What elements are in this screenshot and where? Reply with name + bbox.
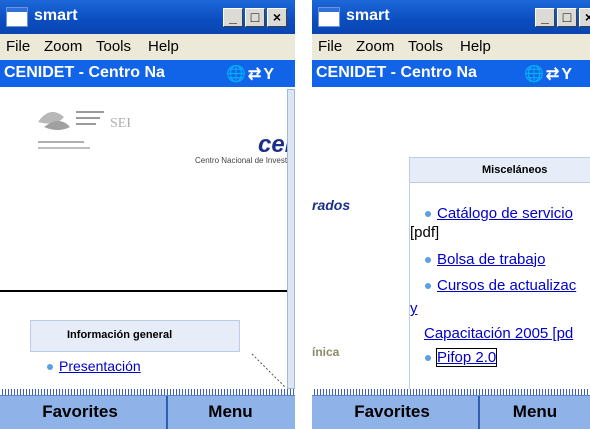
page-content: rados ínica Misceláneos Catálogo de serv… [312, 87, 590, 395]
divider [0, 290, 287, 292]
globe-icon: 🌐 [226, 66, 248, 83]
minimize-icon[interactable]: _ [223, 8, 243, 27]
page-title: CENIDET - Centro Na [4, 64, 165, 81]
menu-help[interactable]: Help [148, 38, 179, 55]
bullet-icon [425, 283, 431, 290]
menu-file[interactable]: File [318, 38, 342, 55]
link-bolsa-trabajo[interactable]: Bolsa de trabajo [437, 251, 545, 268]
window-gap [295, 0, 312, 429]
menu-tools[interactable]: Tools [96, 38, 131, 55]
list-item[interactable]: Cursos de actualizac [425, 277, 576, 294]
link-cursos[interactable]: Cursos de actualizac [437, 277, 576, 294]
window-title: smart [346, 7, 390, 24]
favorites-button[interactable]: Favorites [0, 396, 160, 429]
address-bar[interactable]: CENIDET - Centro Na 🌐⇄Y [312, 60, 590, 87]
page-content: SEP cer Centro Nacional de Invest Inform… [0, 87, 295, 395]
diagonal-line [251, 353, 287, 389]
side-label-2: ínica [312, 345, 340, 359]
globe-icon: 🌐 [524, 66, 546, 83]
sep-logo: SEP [30, 97, 134, 157]
title-bar: smart _ □ × [312, 0, 590, 34]
institution-name: Centro Nacional de Invest [195, 156, 288, 165]
misc-box-header: Misceláneos [409, 157, 590, 183]
bullet-icon [47, 364, 53, 371]
link-pifop[interactable]: Pifop 2.0 [435, 348, 498, 367]
signal-icon: Y [561, 66, 574, 83]
sync-icon: ⇄ [247, 66, 264, 83]
menu-zoom[interactable]: Zoom [356, 38, 394, 55]
box-title: Misceláneos [482, 164, 548, 176]
bullet-icon [425, 211, 431, 218]
menu-help[interactable]: Help [460, 38, 491, 55]
close-icon[interactable]: × [267, 8, 287, 27]
close-icon[interactable]: × [579, 8, 590, 27]
softkey-bar: Favorites Menu [312, 395, 590, 429]
link-capacitacion[interactable]: Capacitación 2005 [pd [424, 325, 573, 342]
link-presentacion[interactable]: Presentación [59, 358, 141, 374]
browser-window-right: smart _ □ × File Zoom Tools Help CENIDET… [312, 0, 590, 429]
signal-icon: Y [263, 66, 276, 83]
favorites-button[interactable]: Favorites [312, 396, 472, 429]
vertical-scrollbar[interactable] [287, 89, 295, 389]
list-item[interactable]: Presentación [47, 358, 141, 374]
info-section-header: Información general [30, 320, 240, 352]
menu-button[interactable]: Menu [480, 396, 590, 429]
sync-icon: ⇄ [545, 66, 562, 83]
svg-text:SEP: SEP [110, 116, 130, 131]
list-item[interactable]: Pifop 2.0 [425, 348, 498, 367]
bullet-icon [425, 355, 431, 362]
menu-tools[interactable]: Tools [408, 38, 443, 55]
page-title: CENIDET - Centro Na [316, 64, 477, 81]
menu-bar: File Zoom Tools Help [0, 34, 295, 60]
address-bar[interactable]: CENIDET - Centro Na 🌐⇄Y [0, 60, 295, 87]
title-bar: smart _ □ × [0, 0, 295, 34]
list-item[interactable]: Bolsa de trabajo [425, 251, 545, 268]
box-border [409, 182, 410, 392]
bullet-icon [425, 257, 431, 264]
softkey-bar: Favorites Menu [0, 395, 295, 429]
side-label: rados [312, 197, 351, 213]
list-item[interactable]: Catálogo de servicio [425, 205, 573, 222]
menu-file[interactable]: File [6, 38, 30, 55]
menu-button[interactable]: Menu [168, 396, 293, 429]
link-y[interactable]: y [410, 300, 418, 317]
maximize-icon[interactable]: □ [557, 8, 577, 27]
menu-bar: File Zoom Tools Help [312, 34, 590, 60]
section-title: Información general [67, 329, 173, 341]
menu-zoom[interactable]: Zoom [44, 38, 82, 55]
app-window-icon [6, 7, 28, 27]
maximize-icon[interactable]: □ [245, 8, 265, 27]
browser-window-left: smart _ □ × File Zoom Tools Help CENIDET… [0, 0, 295, 429]
pdf-label: [pdf] [410, 224, 440, 241]
minimize-icon[interactable]: _ [535, 8, 555, 27]
link-catalogo[interactable]: Catálogo de servicio [437, 205, 573, 222]
window-title: smart [34, 7, 78, 24]
app-window-icon [318, 7, 340, 27]
